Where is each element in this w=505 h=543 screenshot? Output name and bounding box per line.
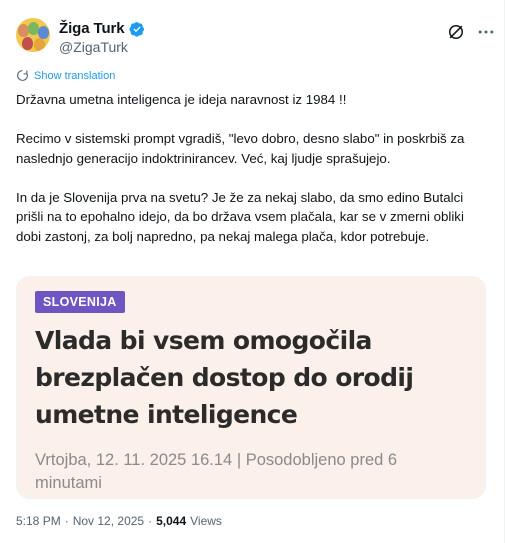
show-translation-label[interactable]: Show translation [34, 70, 115, 82]
tweet-paragraph: Državna umetna inteligenca je ideja nara… [16, 92, 347, 107]
tweet-container: Žiga Turk @ZigaTurk Show translation Drž… [0, 0, 505, 543]
category-badge: SLOVENIJA [35, 291, 125, 313]
author-name-row[interactable]: Žiga Turk [59, 20, 145, 37]
footer-separator: · [64, 514, 69, 528]
tweet-footer: 5:18 PM · Nov 12, 2025 · 5,044 Views [16, 514, 222, 528]
verified-badge-icon [128, 21, 144, 37]
tweet-paragraph: Recimo v sistemski prompt vgradiš, "levo… [16, 131, 465, 166]
footer-separator: · [148, 514, 153, 528]
more-options-icon[interactable] [476, 22, 496, 42]
tweet-text: Državna umetna inteligenca je ideja nara… [16, 90, 486, 246]
author-display-name[interactable]: Žiga Turk [59, 20, 125, 37]
show-translation-link[interactable]: Show translation [16, 69, 115, 82]
author-handle[interactable]: @ZigaTurk [59, 39, 128, 55]
tweet-paragraph: In da je Slovenija prva na svetu? Je že … [16, 189, 464, 244]
translate-icon [17, 70, 28, 81]
avatar[interactable] [16, 18, 50, 52]
post-time[interactable]: 5:18 PM [16, 514, 61, 528]
card-meta: Vrtojba, 12. 11. 2025 16.14 | Posodoblje… [35, 451, 398, 492]
views-count: 5,044 [156, 514, 187, 528]
grok-icon[interactable] [446, 22, 466, 42]
card-headline[interactable]: Vlada bi vsem omogočila brezplačen dosto… [35, 322, 475, 433]
link-preview-card[interactable]: SLOVENIJA Vlada bi vsem omogočila brezpl… [16, 276, 486, 499]
views-label: Views [190, 514, 222, 528]
post-date[interactable]: Nov 12, 2025 [73, 514, 144, 528]
